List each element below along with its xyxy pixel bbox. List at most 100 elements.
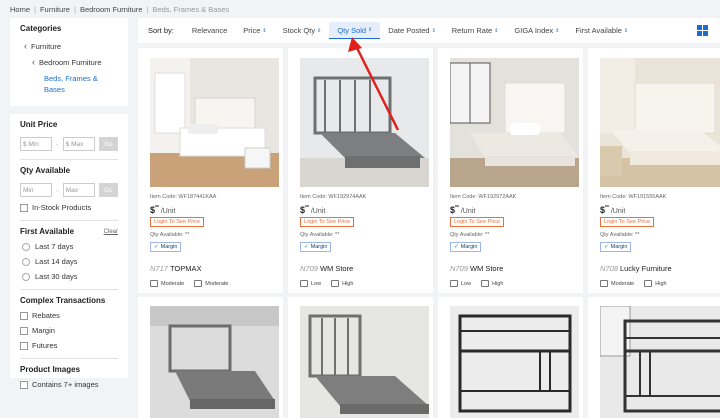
product-card[interactable] (438, 297, 583, 418)
price-unit: /Unit (458, 208, 476, 215)
store-name[interactable]: N709 WM Store (300, 264, 353, 273)
qty-available-title: Qty Available (20, 166, 71, 175)
max-qty-input[interactable]: Max (62, 183, 95, 197)
sort-arrow-icon: ⇕ (368, 27, 373, 33)
product-images-title: Product Images (20, 365, 81, 374)
store-name[interactable]: N717 TOPMAX (150, 264, 201, 273)
login-to-see-price-button[interactable]: Login To See Price (600, 217, 655, 227)
store-number: N708 (600, 264, 618, 273)
margin-label: Margin (460, 244, 478, 250)
radio-last-14-days[interactable]: Last 14 days (20, 257, 118, 266)
category-furniture[interactable]: ‹ Furniture (20, 41, 118, 51)
product-image[interactable] (300, 306, 429, 418)
product-card[interactable] (288, 297, 433, 418)
product-card[interactable] (588, 297, 720, 418)
price-go-button[interactable]: Go (98, 137, 118, 151)
checkbox-icon (20, 380, 28, 389)
login-to-see-price-button[interactable]: Login To See Price (150, 217, 205, 227)
sort-date-posted[interactable]: Date Posted ⇕ (380, 22, 443, 39)
grid-view-icon[interactable] (697, 25, 708, 36)
sort-qty-sold[interactable]: Qty Sold ⇕ (329, 22, 381, 39)
sort-stock-qty[interactable]: Stock Qty ⇕ (275, 22, 330, 39)
item-code: Item Code: WF187441KAA (150, 194, 217, 200)
product-image[interactable] (600, 306, 720, 418)
store-label: WM Store (469, 264, 504, 273)
filter-sidebar: Categories ‹ Furniture ‹ Bedroom Furnitu… (10, 18, 128, 418)
product-card[interactable]: Item Code: WF191555AAK $** /Unit Login T… (588, 48, 720, 293)
product-image[interactable] (600, 58, 720, 187)
store-name[interactable]: N708 Lucky Furniture (600, 264, 672, 273)
store-label: TOPMAX (169, 264, 202, 273)
checkbox-label: Margin (32, 326, 55, 335)
checkbox-margin[interactable]: Margin (20, 326, 118, 335)
item-code: Item Code: WF192972AAK (450, 194, 517, 200)
in-stock-label: In-Stock Products (32, 203, 92, 212)
checkbox-icon (20, 326, 28, 335)
login-to-see-price-button[interactable]: Login To See Price (300, 217, 355, 227)
category-label: Furniture (31, 41, 62, 51)
sort-price[interactable]: Price ⇕ (235, 22, 274, 39)
first-available-title: First Available (20, 227, 75, 236)
store-number: N709 (300, 264, 318, 273)
sort-relevance[interactable]: Relevance (184, 22, 235, 39)
product-tags: Low High (450, 280, 513, 287)
product-image[interactable] (150, 306, 279, 418)
breadcrumb-home[interactable]: Home (10, 5, 30, 14)
store-name[interactable]: N709 WM Store (450, 264, 503, 273)
tag-2: High (644, 280, 667, 287)
store-label: Lucky Furniture (619, 264, 672, 273)
sort-label: Qty Sold (337, 25, 367, 35)
categories-panel: Categories ‹ Furniture ‹ Bedroom Furnitu… (10, 18, 128, 106)
product-image[interactable] (150, 58, 279, 187)
sort-giga-index[interactable]: GIGA Index ⇕ (506, 22, 567, 39)
category-beds-frames-bases[interactable]: Beds, Frames & Bases (20, 73, 118, 95)
product-card[interactable]: Item Code: WF192972AAK $** /Unit Login T… (438, 48, 583, 293)
tag-1: Moderate (150, 280, 184, 287)
store-label: WM Store (319, 264, 354, 273)
sort-arrow-icon: ⇕ (494, 27, 499, 34)
tag-label: High (492, 280, 504, 287)
breadcrumb-bedroom-furniture[interactable]: Bedroom Furniture (80, 5, 143, 14)
product-card[interactable] (138, 297, 283, 418)
price: $** /Unit (150, 205, 175, 215)
chevron-left-icon: ‹ (24, 41, 27, 51)
checkbox-rebates[interactable]: Rebates (20, 311, 118, 320)
login-to-see-price-button[interactable]: Login To See Price (450, 217, 505, 227)
box-icon (300, 280, 308, 287)
qty-available: Qty Available: ** (450, 232, 490, 238)
complex-transactions-title: Complex Transactions (20, 296, 106, 305)
breadcrumb-separator: | (146, 4, 149, 14)
checkbox-seven-plus-images[interactable]: Contains 7+ images (20, 380, 118, 389)
margin-badge: ✓ Margin (450, 242, 482, 252)
sort-bar: Sort by: Relevance Price ⇕ Stock Qty ⇕ Qty… (138, 18, 720, 43)
in-stock-checkbox[interactable]: In-Stock Products (20, 203, 118, 212)
product-card[interactable]: Item Code: WF192974AAK $** /Unit Login T… (288, 48, 433, 293)
check-box-icon (481, 280, 490, 287)
checkbox-label: Rebates (32, 311, 60, 320)
min-qty-input[interactable]: Min (20, 183, 52, 197)
qty-go-button[interactable]: Go (98, 183, 118, 197)
sort-first-available[interactable]: First Available ⇕ (567, 22, 636, 39)
checkbox-futures[interactable]: Futures (20, 341, 118, 350)
radio-last-7-days[interactable]: Last 7 days (20, 242, 118, 251)
tag-2: High (481, 280, 503, 287)
max-price-input[interactable]: $ Max (62, 137, 95, 151)
category-bedroom-furniture[interactable]: ‹ Bedroom Furniture (20, 57, 118, 67)
category-label: Beds, Frames & Bases (44, 74, 98, 94)
product-image[interactable] (450, 306, 579, 418)
product-tags: Moderate Moderate (150, 280, 239, 287)
check-icon: ✓ (454, 244, 459, 250)
product-image[interactable] (300, 58, 429, 187)
min-price-input[interactable]: $ Min (20, 137, 52, 151)
breadcrumb-furniture[interactable]: Furniture (40, 5, 70, 14)
product-card[interactable]: Item Code: WF187441KAA $** /Unit Login T… (138, 48, 283, 293)
sort-label: Date Posted (388, 26, 430, 35)
clear-link[interactable]: Clear (104, 229, 118, 235)
sort-label: First Available (575, 26, 622, 35)
radio-label: Last 7 days (35, 242, 74, 251)
margin-label: Margin (310, 244, 328, 250)
radio-last-30-days[interactable]: Last 30 days (20, 272, 118, 281)
product-image[interactable] (450, 58, 579, 187)
sort-arrow-icon: ⇕ (317, 27, 322, 34)
sort-return-rate[interactable]: Return Rate ⇕ (444, 22, 507, 39)
